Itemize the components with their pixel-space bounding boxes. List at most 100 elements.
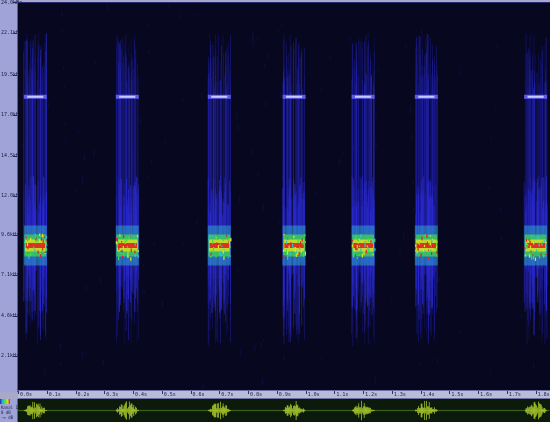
fundamental-speckle <box>39 251 41 255</box>
background-noise <box>280 23 282 27</box>
background-noise <box>82 175 84 184</box>
fundamental-speckle <box>118 246 120 250</box>
fundamental-speckle <box>223 257 225 260</box>
fundamental-speckle <box>437 254 439 258</box>
fundamental-speckle <box>524 241 526 243</box>
time-tick-mark <box>420 391 422 394</box>
background-noise <box>62 29 64 33</box>
fundamental-speckle <box>541 241 543 243</box>
fundamental-speckle <box>137 234 139 238</box>
background-noise <box>405 43 407 48</box>
freq-tick-mark <box>13 115 17 117</box>
background-noise <box>22 296 24 302</box>
fundamental-speckle <box>357 241 359 244</box>
background-noise <box>141 290 143 294</box>
background-noise <box>419 361 421 367</box>
fundamental-speckle <box>436 240 438 243</box>
fundamental-speckle <box>28 256 30 259</box>
background-noise <box>85 285 87 293</box>
fundamental-speckle <box>361 253 363 258</box>
fundamental-speckle <box>221 253 223 256</box>
background-noise <box>522 234 524 237</box>
call-1 <box>23 33 48 343</box>
fundamental-speckle <box>524 254 526 257</box>
call-4 <box>282 33 306 344</box>
time-tick-mark <box>161 391 163 394</box>
background-noise <box>257 173 259 178</box>
waveform-canvas[interactable] <box>18 399 550 422</box>
harmonic-band-core <box>27 95 44 98</box>
background-noise <box>403 231 405 240</box>
fundamental-speckle <box>123 234 125 238</box>
fundamental-speckle <box>530 250 532 253</box>
background-noise <box>94 60 96 65</box>
background-noise <box>179 14 181 20</box>
background-noise <box>369 340 371 344</box>
fundamental-speckle <box>30 237 32 242</box>
harmonic-band-core <box>527 95 544 98</box>
call-2 <box>115 33 140 345</box>
background-noise <box>412 180 414 186</box>
background-noise <box>264 63 266 69</box>
time-ruler[interactable]: 0.0s 0.1s 0.2s 0.3s 0.4s 0.5s 0.6s 0.7s 0.8s 0.9s… <box>18 390 550 399</box>
fundamental-speckle <box>121 241 123 243</box>
fundamental-speckle <box>434 248 436 251</box>
background-noise <box>59 344 61 350</box>
background-noise <box>350 36 351 41</box>
fundamental-speckle <box>131 235 133 239</box>
time-tick-label: 0.9s <box>278 392 291 398</box>
fundamental-speckle <box>285 249 287 252</box>
background-noise <box>260 341 262 347</box>
fundamental-speckle <box>120 252 122 254</box>
fundamental-speckle <box>297 251 299 255</box>
fundamental-speckle <box>134 250 136 254</box>
fundamental-speckle <box>304 251 306 256</box>
time-tick-mark <box>363 391 365 394</box>
fundamental-speckle <box>352 239 354 242</box>
background-noise <box>102 360 104 366</box>
fundamental-speckle <box>370 253 372 255</box>
background-noise <box>76 188 77 193</box>
fundamental-speckle <box>292 244 294 248</box>
freq-tick-mark <box>13 2 17 3</box>
background-noise <box>489 370 491 376</box>
frequency-ruler[interactable]: 24.0kHz 22.1kHz 19.5kHz 17.0kHz 14.5kHz 12.0k… <box>0 0 22 392</box>
fundamental-speckle <box>227 256 229 259</box>
fundamental-speckle <box>229 245 231 248</box>
time-tick-mark <box>75 391 77 394</box>
fundamental-speckle <box>543 238 545 243</box>
fundamental-speckle <box>213 247 215 251</box>
fundamental-speckle <box>122 245 124 250</box>
fundamental-speckle <box>123 252 125 256</box>
spectrogram-view[interactable] <box>18 2 550 390</box>
fundamental-speckle <box>120 250 122 253</box>
background-noise <box>500 207 501 213</box>
fundamental-speckle <box>288 245 290 249</box>
fundamental-speckle <box>528 238 530 241</box>
harmonic-band-core <box>286 95 303 98</box>
background-noise <box>477 174 479 177</box>
waveform-view[interactable] <box>18 399 550 422</box>
fundamental-speckle <box>356 247 358 251</box>
fundamental-speckle <box>37 250 39 254</box>
fundamental-speckle <box>430 249 432 252</box>
fundamental-speckle <box>137 250 139 252</box>
spectrogram-canvas[interactable] <box>18 3 550 391</box>
fundamental-speckle <box>428 249 430 251</box>
fundamental-speckle <box>300 241 302 244</box>
fundamental-speckle <box>27 247 29 250</box>
time-tick-mark <box>535 391 537 394</box>
fundamental-speckle <box>119 234 121 237</box>
background-noise <box>140 117 142 125</box>
fundamental-speckle <box>368 248 370 252</box>
background-noise <box>21 142 23 149</box>
fundamental-speckle <box>26 242 29 247</box>
call-6 <box>414 33 439 345</box>
fundamental-speckle <box>371 244 373 247</box>
fundamental-speckle <box>214 235 216 239</box>
fundamental-speckle <box>25 236 27 238</box>
time-tick-mark <box>190 391 192 394</box>
fundamental-speckle <box>534 257 537 261</box>
background-noise <box>63 66 65 72</box>
background-noise <box>420 28 422 34</box>
